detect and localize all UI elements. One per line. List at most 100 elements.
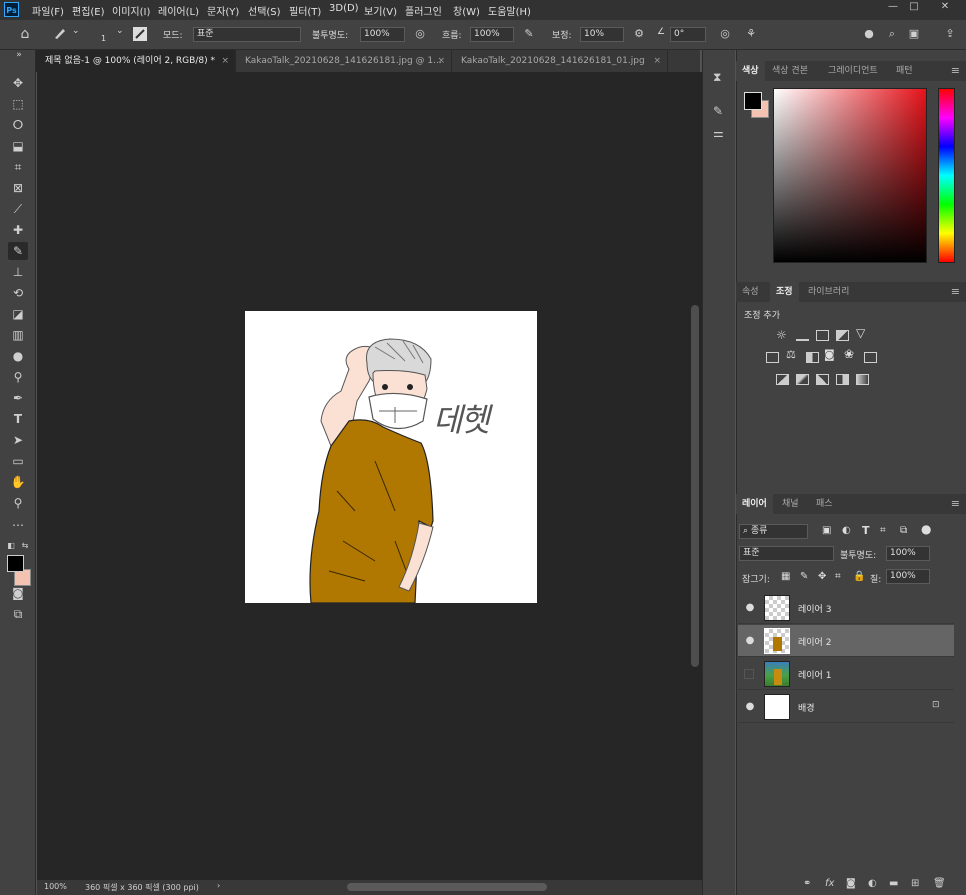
- panel-menu-icon[interactable]: ≡: [951, 494, 960, 514]
- filter-shape-icon[interactable]: ⌗: [880, 525, 886, 536]
- crop-tool-icon[interactable]: ⌗: [8, 158, 28, 176]
- tab-untitled-1[interactable]: 제목 없음-1 @ 100% (레이어 2, RGB/8) * ×: [36, 50, 236, 72]
- eye-icon[interactable]: ●: [744, 635, 756, 646]
- share-icon[interactable]: ⇪: [942, 26, 958, 42]
- exposure-icon[interactable]: [836, 330, 849, 341]
- object-select-tool-icon[interactable]: ⬓: [8, 137, 28, 155]
- flow-input[interactable]: 100%: [470, 27, 514, 42]
- zoom-tool-icon[interactable]: ⚲: [8, 494, 28, 512]
- eye-icon[interactable]: ●: [744, 602, 756, 613]
- gradient-tool-icon[interactable]: ▥: [8, 326, 28, 344]
- posterize-icon[interactable]: [796, 374, 809, 385]
- home-icon[interactable]: ⌂: [17, 26, 33, 42]
- fx-icon[interactable]: fx: [825, 878, 834, 889]
- brush-settings-panel-icon[interactable]: ✎: [713, 104, 723, 118]
- blur-tool-icon[interactable]: ●: [8, 347, 28, 365]
- panel-menu-icon[interactable]: ≡: [951, 282, 960, 302]
- opacity-input[interactable]: 100%: [360, 27, 405, 42]
- layer-row[interactable]: ● 배경 ⊡: [738, 691, 954, 723]
- tab-libraries[interactable]: 라이브러리: [802, 282, 855, 302]
- new-layer-icon[interactable]: ⊞: [911, 878, 919, 889]
- menu-type[interactable]: 문자(Y): [207, 3, 239, 18]
- layer-opacity-input[interactable]: 100%: [886, 546, 930, 561]
- layer-filter-select[interactable]: ⌕ 종류: [739, 524, 808, 539]
- rectangle-tool-icon[interactable]: ▭: [8, 452, 28, 470]
- restore-button[interactable]: □: [901, 0, 927, 14]
- smoothing-input[interactable]: 10%: [580, 27, 624, 42]
- filter-adjust-icon[interactable]: ◐: [842, 525, 851, 536]
- color-lookup-icon[interactable]: [864, 352, 877, 363]
- blend-mode-select[interactable]: 표준: [739, 546, 834, 561]
- visibility-toggle[interactable]: [744, 669, 754, 679]
- tab-channels[interactable]: 채널: [776, 494, 805, 514]
- menu-select[interactable]: 선택(S): [248, 3, 281, 18]
- foreground-color-swatch[interactable]: [7, 555, 24, 572]
- share-user-icon[interactable]: ●: [861, 26, 877, 42]
- airbrush-icon[interactable]: ✎: [521, 26, 537, 42]
- close-icon[interactable]: ×: [221, 50, 229, 72]
- brush-tool-icon[interactable]: ✎: [8, 242, 28, 260]
- chevron-down-icon[interactable]: ⌄: [116, 26, 124, 36]
- symmetry-icon[interactable]: ⚘: [743, 26, 759, 42]
- color-field[interactable]: [773, 88, 927, 263]
- clone-stamp-tool-icon[interactable]: ⊥: [8, 263, 28, 281]
- filter-smart-icon[interactable]: ⧉: [900, 525, 907, 536]
- document-info[interactable]: 360 픽셀 x 360 픽셀 (300 ppi): [85, 882, 199, 893]
- history-brush-tool-icon[interactable]: ⟲: [8, 284, 28, 302]
- dodge-tool-icon[interactable]: ⚲: [8, 368, 28, 386]
- new-group-icon[interactable]: ▬: [889, 878, 898, 889]
- hue-slider[interactable]: [938, 88, 955, 263]
- tab-adjustments[interactable]: 조정: [770, 282, 799, 302]
- trash-icon[interactable]: 🗑: [933, 878, 946, 889]
- eye-icon[interactable]: ●: [744, 701, 756, 712]
- color-balance-icon[interactable]: ⚖: [786, 348, 796, 361]
- lock-artboard-icon[interactable]: ⌗: [835, 571, 841, 582]
- vibrance-icon[interactable]: ▽: [856, 326, 865, 340]
- black-white-icon[interactable]: [806, 352, 819, 363]
- levels-icon[interactable]: [796, 330, 809, 341]
- menu-help[interactable]: 도움말(H): [488, 3, 531, 18]
- layer-row[interactable]: 레이어 1: [738, 658, 954, 690]
- channel-mixer-icon[interactable]: ❀: [844, 347, 854, 361]
- brush-settings-icon[interactable]: [133, 27, 147, 41]
- filter-toggle-icon[interactable]: ●: [921, 522, 931, 536]
- gear-icon[interactable]: ⚙: [631, 26, 647, 42]
- color-foreground-swatch[interactable]: [744, 92, 762, 110]
- tab-paths[interactable]: 패스: [810, 494, 839, 514]
- close-icon[interactable]: ×: [653, 50, 661, 72]
- eraser-tool-icon[interactable]: ◪: [8, 305, 28, 323]
- status-arrow-icon[interactable]: ›: [217, 881, 220, 890]
- more-tools-icon[interactable]: ⋯: [8, 516, 28, 534]
- eyedropper-tool-icon[interactable]: ⟋: [8, 200, 28, 218]
- fill-input[interactable]: 100%: [886, 569, 930, 584]
- frame-tool-icon[interactable]: ⊠: [8, 179, 28, 197]
- close-icon[interactable]: ×: [437, 50, 445, 72]
- swap-colors-icon[interactable]: ⇆: [19, 537, 31, 555]
- workspace-icon[interactable]: ▣: [906, 26, 922, 42]
- layer-name[interactable]: 레이어 3: [798, 602, 831, 615]
- menu-layer[interactable]: 레이어(L): [158, 3, 199, 18]
- move-tool-icon[interactable]: ✥: [8, 74, 28, 92]
- brightness-icon[interactable]: ☼: [776, 328, 787, 342]
- filter-pixel-icon[interactable]: ▣: [822, 525, 831, 536]
- pressure-opacity-icon[interactable]: ◎: [412, 26, 428, 42]
- default-colors-icon[interactable]: ◧: [4, 537, 18, 555]
- photo-filter-icon[interactable]: ◙: [824, 348, 835, 361]
- close-window-button[interactable]: ✕: [932, 0, 958, 14]
- collapse-icon[interactable]: »: [9, 50, 29, 60]
- menu-plugins[interactable]: 플러그인: [405, 3, 442, 18]
- pen-tool-icon[interactable]: ✒: [8, 389, 28, 407]
- healing-brush-tool-icon[interactable]: ✚: [8, 221, 28, 239]
- search-icon[interactable]: ⌕: [884, 26, 900, 42]
- lock-image-icon[interactable]: ✎: [800, 571, 808, 582]
- document-canvas[interactable]: 데헷: [245, 311, 537, 604]
- menu-view[interactable]: 보기(V): [364, 3, 397, 18]
- menu-edit[interactable]: 편집(E): [72, 3, 105, 18]
- menu-file[interactable]: 파일(F): [32, 3, 64, 18]
- menu-3d[interactable]: 3D(D): [329, 3, 359, 14]
- hand-tool-icon[interactable]: ✋: [8, 473, 28, 491]
- lasso-tool-icon[interactable]: ⵔ: [8, 116, 28, 134]
- properties-icon[interactable]: ⚌: [713, 126, 724, 140]
- marquee-tool-icon[interactable]: ⬚: [8, 95, 28, 113]
- curves-icon[interactable]: [816, 330, 829, 341]
